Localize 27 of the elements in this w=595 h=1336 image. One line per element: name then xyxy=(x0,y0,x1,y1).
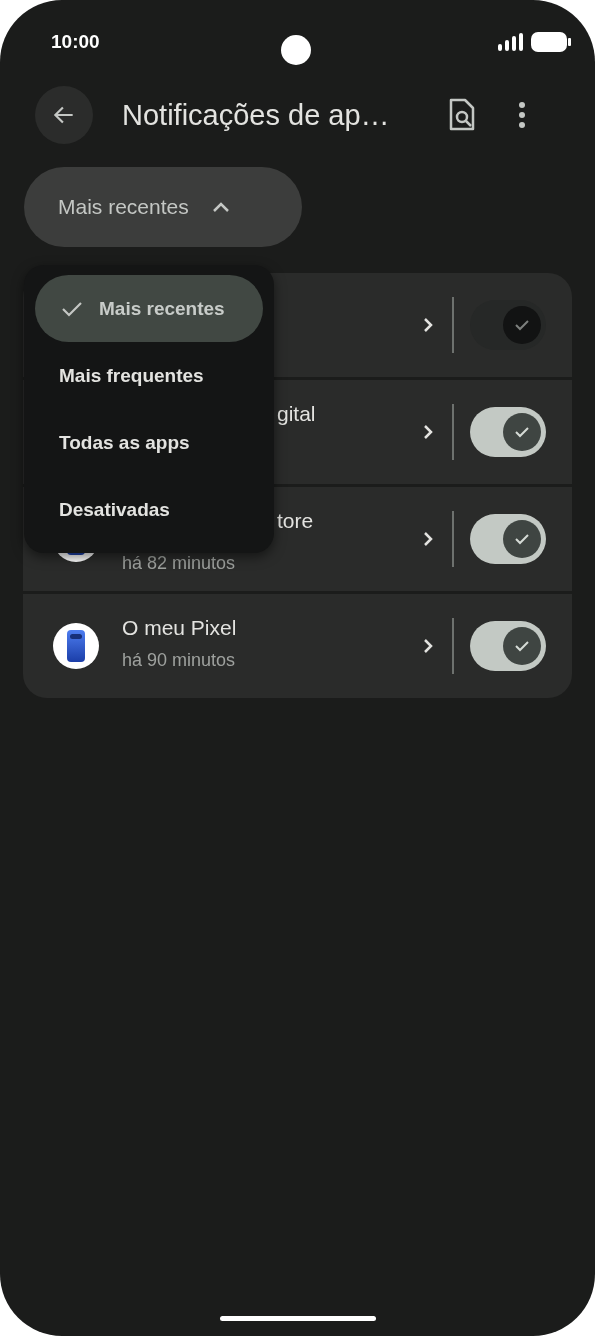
camera-hole xyxy=(281,35,311,65)
app-name: O meu Pixel xyxy=(122,616,237,640)
notification-switch[interactable] xyxy=(470,407,546,457)
search-document-button[interactable] xyxy=(448,98,476,132)
more-options-button[interactable] xyxy=(518,101,526,129)
menu-option[interactable]: Todas as apps xyxy=(35,409,263,476)
chevron-right-icon xyxy=(422,530,434,548)
last-notified-time: há 82 minutos xyxy=(122,553,236,574)
clock: 10:00 xyxy=(51,31,101,53)
notification-switch[interactable] xyxy=(470,621,546,671)
app-icon xyxy=(53,623,99,669)
document-search-icon xyxy=(448,98,476,132)
filter-dropdown[interactable]: Mais recentes xyxy=(24,167,302,247)
app-row[interactable]: O meu Pixel há 90 minutos xyxy=(23,594,572,698)
more-vertical-icon xyxy=(518,101,526,129)
app-name: gital xyxy=(277,402,316,426)
notification-switch[interactable] xyxy=(470,514,546,564)
last-notified-time: há 90 minutos xyxy=(122,650,236,671)
signal-icon xyxy=(498,33,524,51)
chevron-right-icon xyxy=(422,637,434,655)
menu-option[interactable]: Mais recentes xyxy=(35,275,263,342)
app-name: tore xyxy=(277,509,314,533)
page-title: Notificações de ap… xyxy=(122,98,391,132)
chevron-right-icon xyxy=(422,423,434,441)
battery-icon xyxy=(531,32,571,52)
chevron-right-icon xyxy=(422,316,434,334)
checkmark-icon xyxy=(61,299,83,318)
